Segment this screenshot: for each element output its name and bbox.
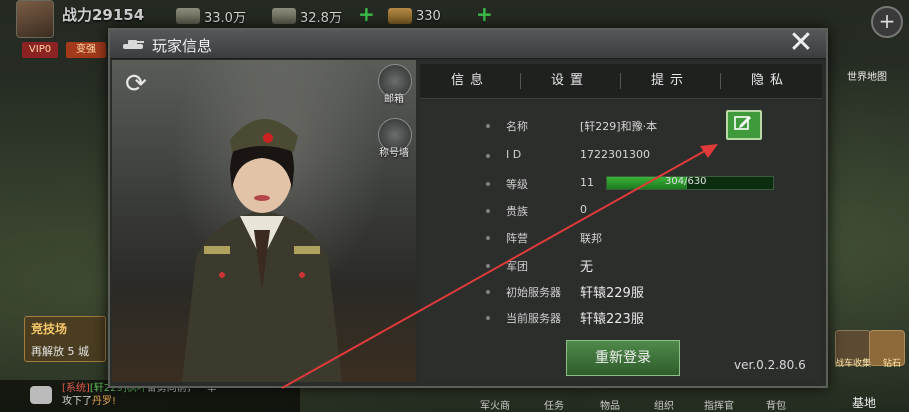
- add-gold-plus-icon[interactable]: +: [476, 2, 493, 26]
- gold-value: 330: [416, 8, 441, 24]
- tab-bar: 信息 设置 提示 隐私: [420, 64, 822, 99]
- bullet: [486, 264, 490, 268]
- bottom-tab-task[interactable]: 任务: [544, 397, 564, 412]
- bottom-tab-org[interactable]: 组织: [654, 397, 674, 412]
- tab-privacy[interactable]: 隐私: [720, 64, 820, 98]
- chat-text2: 攻下了: [62, 396, 92, 407]
- label-current-server: 当前服务器: [506, 312, 561, 325]
- label-name: 名称: [506, 120, 528, 133]
- bullet: [486, 290, 490, 294]
- mailbox-button[interactable]: 邮箱: [374, 64, 414, 105]
- title-wall-button[interactable]: 称号墙: [374, 118, 414, 159]
- bullet: [486, 154, 490, 158]
- bullet: [486, 182, 490, 186]
- chat-bubble-icon[interactable]: [30, 386, 52, 404]
- label-id: I D: [506, 148, 522, 161]
- player-avatar[interactable]: [16, 0, 54, 38]
- value-current-server: 轩辕223服: [580, 312, 644, 327]
- row-current-server: 当前服务器 轩辕223服: [420, 306, 822, 330]
- label-legion: 军团: [506, 260, 528, 273]
- label-level: 等级: [506, 178, 528, 191]
- tank-collection-label: 战车收集: [835, 359, 872, 369]
- arena-subtitle: 再解放 5 城: [31, 345, 89, 358]
- value-nobility: 0: [580, 203, 587, 216]
- value-id: 1722301300: [580, 148, 650, 161]
- mailbox-label: 邮箱: [384, 94, 404, 105]
- bullet: [486, 236, 490, 240]
- refresh-icon[interactable]: ⟳: [122, 70, 150, 98]
- right-side-icons: 战车收集 钻石: [835, 330, 905, 369]
- world-map-button[interactable]: 世界地图: [839, 68, 895, 94]
- chat-place: 丹罗!: [92, 396, 117, 407]
- label-nobility: 贵族: [506, 205, 528, 218]
- stronger-button[interactable]: 变强: [66, 42, 106, 58]
- gold-icon: [388, 8, 412, 24]
- resource-gold: 330: [388, 6, 441, 26]
- tab-settings[interactable]: 设置: [520, 64, 620, 98]
- title-wall-label: 称号墙: [379, 148, 409, 159]
- bullet: [486, 209, 490, 213]
- exp-text: 304/630: [665, 176, 707, 187]
- resource-oil: 32.8万: [272, 6, 342, 26]
- close-button[interactable]: ✕: [786, 28, 816, 58]
- exp-bar: 304/630: [606, 176, 774, 190]
- oil-icon: [272, 8, 296, 24]
- arena-button[interactable]: 竞技场 再解放 5 城: [24, 316, 106, 362]
- bullet: [486, 124, 490, 128]
- arena-title: 竞技场: [31, 322, 68, 336]
- tank-icon: [123, 40, 144, 49]
- relogin-button[interactable]: 重新登录: [566, 340, 680, 376]
- plus-icon[interactable]: +: [871, 6, 903, 38]
- bottom-tab-commander[interactable]: 指挥官: [704, 397, 734, 412]
- bottom-tabs: 军火商 任务 物品 组织 指挥官 背包: [460, 396, 820, 412]
- resource-steel: 33.0万: [176, 6, 246, 26]
- row-nobility: 贵族 0: [420, 199, 822, 223]
- power-value: 战力29154: [62, 6, 145, 24]
- dialog-title: 玩家信息: [152, 37, 213, 55]
- edit-icon: [734, 116, 751, 130]
- chat-prefix: [系统]: [62, 383, 90, 394]
- label-faction: 阵营: [506, 232, 528, 245]
- dialog-header: 玩家信息 ✕: [110, 28, 826, 59]
- vip-badge[interactable]: VIP0: [22, 42, 58, 58]
- tab-info[interactable]: 信息: [420, 64, 520, 98]
- steel-value: 33.0万: [204, 10, 246, 26]
- value-level: 11: [580, 176, 594, 189]
- label-initial-server: 初始服务器: [506, 286, 561, 299]
- base-button[interactable]: 基地: [835, 394, 893, 410]
- value-initial-server: 轩辕229服: [580, 286, 644, 301]
- commander-portrait: ⟳ 邮箱 称号墙: [112, 60, 416, 382]
- diamond-label: 钻石: [882, 359, 901, 369]
- steel-icon: [176, 8, 200, 24]
- edit-name-button[interactable]: [726, 110, 762, 140]
- value-name: [轩229]和豫·本: [580, 120, 658, 133]
- row-initial-server: 初始服务器 轩辕229服: [420, 280, 822, 304]
- player-info-dialog: 玩家信息 ✕ ⟳ 邮箱 称号墙 信息 设置 提示 隐私 名称 [轩229]和豫·…: [108, 28, 828, 388]
- version-label: ver.0.2.80.6: [734, 358, 806, 372]
- bottom-tab-bag[interactable]: 背包: [766, 397, 786, 412]
- row-legion: 军团 无: [420, 254, 822, 278]
- row-faction: 阵营 联邦: [420, 226, 822, 250]
- bullet: [486, 316, 490, 320]
- bottom-tab-items[interactable]: 物品: [600, 397, 620, 412]
- add-resource-plus-icon[interactable]: +: [358, 2, 375, 26]
- oil-value: 32.8万: [300, 10, 342, 26]
- value-legion: 无: [580, 260, 594, 275]
- tab-tips[interactable]: 提示: [620, 64, 720, 98]
- row-id: I D 1722301300: [420, 144, 822, 168]
- value-faction: 联邦: [580, 232, 602, 245]
- commander-figure: [182, 118, 342, 382]
- bottom-tab-arms[interactable]: 军火商: [480, 397, 510, 412]
- row-level: 等级 11 304/630: [420, 172, 822, 196]
